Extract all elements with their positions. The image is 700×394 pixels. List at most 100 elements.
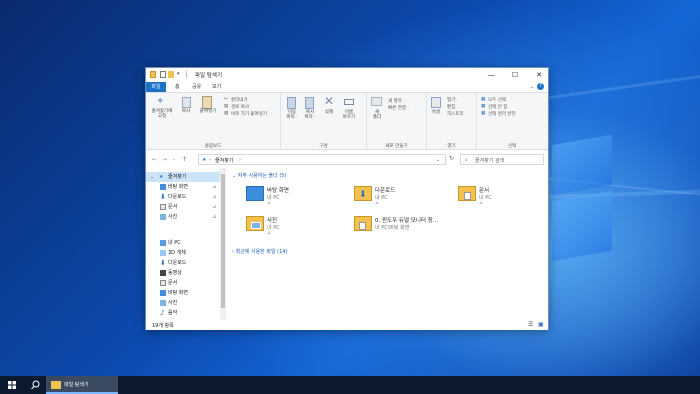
nav-item-3d-objects[interactable]: 3D 개체 bbox=[146, 248, 220, 258]
copy-icon bbox=[182, 97, 191, 108]
chevron-down-icon[interactable]: ▾ bbox=[177, 71, 183, 78]
nav-quick-access[interactable]: ⌄ ★ 즐겨찾기 bbox=[146, 172, 220, 182]
breadcrumb-separator: › bbox=[239, 157, 241, 163]
nav-item-music[interactable]: ♪ 음악 bbox=[146, 308, 220, 318]
nav-item-pc-desktop[interactable]: 바탕 화면 bbox=[146, 288, 220, 298]
chevron-down-icon[interactable]: ⌄ bbox=[436, 157, 440, 163]
select-all-button[interactable]: 모두 선택 bbox=[488, 97, 506, 103]
recent-files-header[interactable]: › 최근에 사용한 파일 (14) bbox=[232, 248, 287, 255]
video-icon bbox=[160, 270, 166, 276]
nav-this-pc[interactable]: 내 PC bbox=[146, 238, 220, 248]
folder-item-pictures[interactable]: 사진 내 PC ⊿ bbox=[240, 214, 340, 240]
paste-shortcut-button[interactable]: 바로 가기 붙여넣기 bbox=[231, 111, 267, 117]
desktop-icon bbox=[160, 290, 166, 296]
nav-item-downloads[interactable]: ⬇ 다운로드 ⊿ bbox=[146, 192, 220, 202]
move-to-icon bbox=[287, 97, 296, 109]
folder-location: 내 PC bbox=[267, 225, 280, 231]
nav-label: 바탕 화면 bbox=[168, 184, 188, 190]
back-arrow-icon[interactable]: ← bbox=[152, 156, 157, 163]
copy-to-button[interactable]: 복사 위치 · bbox=[301, 110, 319, 120]
properties-button[interactable]: 속성 bbox=[428, 110, 444, 115]
nav-label: 문서 bbox=[168, 204, 178, 210]
chevron-down-icon[interactable]: ⌄ bbox=[530, 84, 534, 90]
copy-path-button[interactable]: 경로 복사 bbox=[231, 104, 249, 110]
rename-button[interactable]: 이름 바꾸기 bbox=[339, 110, 359, 120]
address-bar[interactable]: ★ › 즐겨찾기 › ⌄ bbox=[198, 154, 446, 165]
nav-label: 다운로드 bbox=[168, 194, 187, 200]
select-none-button[interactable]: 선택 안 함 bbox=[488, 104, 507, 110]
move-to-button[interactable]: 이동 위치 · bbox=[283, 110, 301, 120]
new-item-button[interactable]: 새 항목 · bbox=[388, 98, 405, 104]
easy-access-button[interactable]: 빠른 연결 · bbox=[388, 105, 409, 111]
nav-label: 내 PC bbox=[168, 240, 181, 246]
history-button[interactable]: 히스토리 bbox=[447, 111, 464, 117]
document-icon bbox=[359, 222, 366, 230]
close-button[interactable]: ✕ bbox=[528, 68, 550, 82]
folder-item-dual-monitor[interactable]: 0. 윈도우 듀얼 모니터 창... 내 PC\바탕 화면 bbox=[348, 214, 458, 240]
edit-button[interactable]: 편집 bbox=[447, 104, 455, 110]
file-explorer-window: ▾ 파일 탐색기 — ☐ ✕ 파일 홈 공유 보기 ⌄ ? ✦ 즐겨찾기에 고정… bbox=[145, 67, 549, 330]
help-icon[interactable]: ? bbox=[537, 83, 544, 90]
tab-file[interactable]: 파일 bbox=[146, 82, 166, 92]
search-icon bbox=[31, 380, 40, 390]
scrollbar-thumb[interactable] bbox=[221, 174, 225, 308]
maximize-button[interactable]: ☐ bbox=[504, 68, 526, 82]
copy-button[interactable]: 복사 bbox=[178, 109, 194, 114]
folder-item-documents[interactable]: 문서 내 PC ⊿ bbox=[452, 184, 552, 210]
large-icons-view-icon[interactable]: ▣ bbox=[538, 321, 544, 328]
tab-view[interactable]: 보기 bbox=[208, 82, 225, 92]
nav-label: 사진 bbox=[168, 214, 178, 220]
taskbar-search-button[interactable] bbox=[24, 376, 46, 394]
shortcut-icon: ▧ bbox=[224, 111, 229, 116]
nav-item-pc-downloads[interactable]: ⬇ 다운로드 bbox=[146, 258, 220, 268]
paste-button[interactable]: 붙여넣기 bbox=[196, 109, 220, 114]
document-icon bbox=[160, 280, 166, 286]
windows-logo-pane bbox=[552, 190, 612, 262]
folder-item-downloads[interactable]: ⬇ 다운로드 내 PC ⊿ bbox=[348, 184, 448, 210]
window-title: 파일 탐색기 bbox=[195, 73, 223, 79]
folder-item-desktop[interactable]: 바탕 화면 내 PC ⊿ bbox=[240, 184, 340, 210]
clipboard-group: ✦ 즐겨찾기에 고정 복사 붙여넣기 ✂ 잘라내기 ▤ 경로 복사 ▧ 바로 가… bbox=[146, 93, 281, 151]
taskbar-app-label: 파일 탐색기 bbox=[64, 382, 89, 388]
forward-arrow-icon[interactable]: → bbox=[162, 156, 167, 163]
document-icon bbox=[464, 192, 471, 200]
desktop-icon bbox=[160, 184, 166, 190]
properties-icon[interactable] bbox=[160, 71, 166, 78]
chevron-down-icon[interactable]: ⌄ bbox=[172, 156, 176, 162]
nav-item-pc-documents[interactable]: 문서 bbox=[146, 278, 220, 288]
pin-icon: ⊿ bbox=[212, 214, 217, 220]
desktop-folder-icon bbox=[246, 186, 264, 201]
nav-label: 다운로드 bbox=[168, 260, 187, 266]
select-group: ▦ 모두 선택 ▦ 선택 안 함 ▦ 선택 영역 반전 선택 bbox=[477, 93, 547, 151]
cut-button[interactable]: 잘라내기 bbox=[231, 97, 248, 103]
refresh-icon[interactable]: ↻ bbox=[449, 155, 454, 162]
details-view-icon[interactable]: ☰ bbox=[528, 321, 533, 328]
title-bar[interactable]: ▾ 파일 탐색기 — ☐ ✕ bbox=[146, 68, 548, 82]
nav-item-videos[interactable]: 동영상 bbox=[146, 268, 220, 278]
search-box[interactable]: ⌕ 즐겨찾기 검색 bbox=[460, 154, 544, 165]
delete-button[interactable]: 삭제 bbox=[320, 110, 338, 115]
up-arrow-icon[interactable]: ↑ bbox=[182, 156, 187, 163]
open-button[interactable]: 열기 · bbox=[447, 97, 458, 103]
nav-item-documents[interactable]: 문서 ⊿ bbox=[146, 202, 220, 212]
new-folder-icon[interactable] bbox=[168, 71, 174, 78]
nav-label: 3D 개체 bbox=[168, 250, 186, 256]
minimize-button[interactable]: — bbox=[480, 68, 502, 82]
breadcrumb-quick-access[interactable]: 즐겨찾기 bbox=[215, 157, 233, 164]
new-folder-button[interactable]: 새 폴더 bbox=[369, 110, 385, 120]
start-button[interactable] bbox=[0, 376, 24, 394]
nav-item-pictures[interactable]: 사진 ⊿ bbox=[146, 212, 220, 222]
nav-item-desktop[interactable]: 바탕 화면 ⊿ bbox=[146, 182, 220, 192]
pin-icon: ⊿ bbox=[267, 201, 271, 206]
chevron-down-icon[interactable]: ⌄ bbox=[150, 172, 154, 182]
frequent-folders-header[interactable]: ⌄ 자주 사용하는 폴더 (5) bbox=[232, 172, 286, 179]
nav-label: 문서 bbox=[168, 280, 178, 286]
tab-home[interactable]: 홈 bbox=[171, 82, 184, 92]
pin-quick-access-button[interactable]: 즐겨찾기에 고정 bbox=[148, 109, 176, 119]
invert-selection-button[interactable]: 선택 영역 반전 bbox=[488, 111, 516, 117]
nav-item-pc-pictures[interactable]: 사진 bbox=[146, 298, 220, 308]
taskbar-file-explorer[interactable]: 파일 탐색기 bbox=[46, 376, 118, 394]
breadcrumb-separator: › bbox=[209, 157, 211, 163]
nav-scrollbar[interactable] bbox=[220, 168, 226, 320]
tab-share[interactable]: 공유 bbox=[188, 82, 205, 92]
